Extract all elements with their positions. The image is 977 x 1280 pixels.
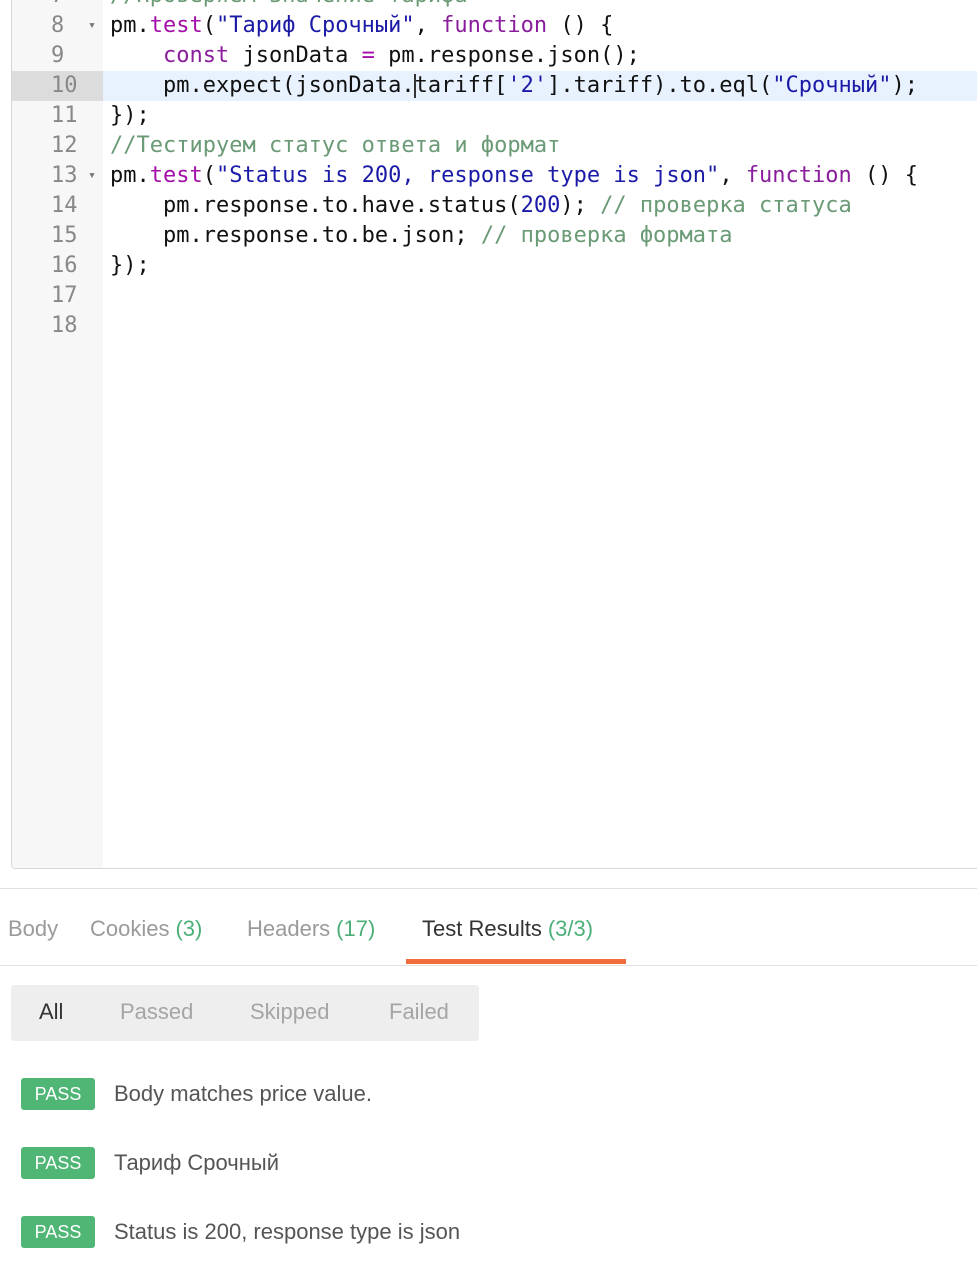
code-token: test xyxy=(149,13,203,38)
tab-cookies[interactable]: Cookies (3) xyxy=(90,916,202,942)
code-token: //Тестируем статус ответа и формат xyxy=(110,133,561,158)
code-text: }); xyxy=(110,101,150,131)
active-tab-indicator xyxy=(406,959,626,964)
code-text: }); xyxy=(110,251,150,281)
code-line[interactable]: 18 xyxy=(12,311,977,341)
code-token: = xyxy=(361,43,375,68)
code-token: ); xyxy=(560,193,601,218)
line-number: 11 xyxy=(51,103,78,128)
test-result-name: Body matches price value. xyxy=(114,1081,373,1106)
code-token: "Тариф Срочный" xyxy=(215,13,415,38)
code-token: tariff[ xyxy=(414,73,508,98)
code-token: ].tariff).to.eql( xyxy=(547,73,773,98)
code-token: ); xyxy=(891,73,919,98)
tab-test-results-count: (3/3) xyxy=(547,916,594,941)
line-number: 12 xyxy=(51,133,78,158)
code-line[interactable]: 15 pm.response.to.be.json; // проверка ф… xyxy=(12,221,977,251)
code-text: pm.expect(jsonData.tariff['2'].tariff).t… xyxy=(110,71,918,101)
test-result-name: Тариф Срочный xyxy=(114,1150,280,1175)
code-token: }); xyxy=(110,103,150,128)
line-number: 18 xyxy=(51,313,78,338)
code-token: jsonData xyxy=(229,43,362,68)
code-token: function xyxy=(441,13,548,38)
line-number: 14 xyxy=(51,193,78,218)
code-token: pm. xyxy=(110,163,150,188)
pass-badge: PASS xyxy=(21,1147,95,1179)
code-token: pm.response.json(); xyxy=(374,43,640,68)
divider xyxy=(0,965,977,966)
filter-failed[interactable]: Failed xyxy=(389,999,449,1025)
tab-body-label: Body xyxy=(8,916,59,941)
test-result-name: Status is 200, response type is json xyxy=(114,1219,461,1244)
code-text: pm.test("Status is 200, response type is… xyxy=(110,161,918,191)
code-line[interactable]: 16}); xyxy=(12,251,977,281)
code-line[interactable]: 9 const jsonData = pm.response.json(); xyxy=(12,41,977,71)
code-editor[interactable]: 7//Проверяем значение тарифа8▾pm.test("Т… xyxy=(11,0,977,869)
code-line[interactable]: 10 pm.expect(jsonData.tariff['2'].tariff… xyxy=(12,71,977,101)
code-text: //Тестируем статус ответа и формат xyxy=(110,131,560,161)
tab-headers[interactable]: Headers (17) xyxy=(247,916,375,942)
code-line[interactable]: 11}); xyxy=(12,101,977,131)
tab-headers-label: Headers xyxy=(247,916,331,941)
tab-headers-count: (17) xyxy=(336,916,376,941)
code-token: pm.expect(jsonData. xyxy=(110,73,415,98)
code-text: pm.response.to.have.status(200); // пров… xyxy=(110,191,852,221)
line-number: 15 xyxy=(51,223,78,248)
filter-passed[interactable]: Passed xyxy=(120,999,193,1025)
fold-toggle-icon[interactable]: ▾ xyxy=(84,161,100,191)
code-token: pm.response.to.be.json; xyxy=(110,223,481,248)
code-token: const xyxy=(162,43,230,68)
code-text: const jsonData = pm.response.json(); xyxy=(110,41,640,71)
code-line[interactable]: 8 ▾ pm.test("Тариф Срочный", function () { xyxy=(12,11,977,41)
code-token: // проверка статуса xyxy=(600,193,852,218)
code-token: ( xyxy=(202,163,216,188)
filter-all[interactable]: All xyxy=(39,999,63,1025)
tab-test-results-label: Test Results xyxy=(422,916,542,941)
tab-cookies-label: Cookies xyxy=(90,916,170,941)
code-token: , xyxy=(719,163,746,188)
code-text: pm.test("Тариф Срочный", function () { xyxy=(110,11,613,41)
pass-badge: PASS xyxy=(21,1078,95,1110)
line-number: 9 xyxy=(51,43,65,68)
code-token: "Срочный" xyxy=(772,73,892,98)
code-lines: 7//Проверяем значение тарифа8▾pm.test("Т… xyxy=(12,0,977,341)
line-number: 17 xyxy=(51,283,78,308)
code-token: }); xyxy=(110,253,150,278)
tab-body[interactable]: Body xyxy=(8,916,58,942)
code-token: pm. xyxy=(110,13,150,38)
filter-skipped[interactable]: Skipped xyxy=(250,999,330,1025)
tab-cookies-count: (3) xyxy=(175,916,203,941)
code-token: () { xyxy=(851,163,919,188)
code-token: // проверка формата xyxy=(480,223,733,248)
code-line[interactable]: 13 ▾ pm.test("Status is 200, response type… xyxy=(12,161,977,191)
line-number: 10 xyxy=(12,71,103,101)
fold-toggle-icon[interactable]: ▾ xyxy=(84,11,100,41)
code-token: "Status is 200, response type is json" xyxy=(215,163,720,188)
line-number: 7 xyxy=(12,0,103,11)
code-line[interactable]: 14 pm.response.to.have.status(200); // п… xyxy=(12,191,977,221)
code-token: '2' xyxy=(507,73,548,98)
code-token: () { xyxy=(547,13,614,38)
code-token: function xyxy=(745,163,852,188)
code-line[interactable]: 7 //Проверяем значение тарифа xyxy=(12,0,977,11)
code-token: ( xyxy=(202,13,216,38)
code-text: //Проверяем значение тарифа xyxy=(110,0,468,11)
code-token: test xyxy=(149,163,203,188)
code-line[interactable]: 17 xyxy=(12,281,977,311)
code-token: pm.response.to.have.status( xyxy=(110,193,521,218)
test-filter-bar: All Passed Skipped Failed xyxy=(11,985,479,1041)
pass-badge: PASS xyxy=(21,1216,95,1248)
code-token: //Проверяем значение тарифа xyxy=(110,0,468,8)
code-line[interactable]: 12 //Тестируем статус ответа и формат xyxy=(12,131,977,161)
response-tabs: Body Cookies (3) Headers (17) Test Results… xyxy=(0,889,977,965)
tab-test-results[interactable]: Test Results (3/3) xyxy=(422,916,593,942)
code-text: pm.response.to.be.json; // проверка форм… xyxy=(110,221,733,251)
code-token: 200 xyxy=(520,193,561,218)
line-number: 16 xyxy=(51,253,78,278)
code-token: , xyxy=(414,13,442,38)
